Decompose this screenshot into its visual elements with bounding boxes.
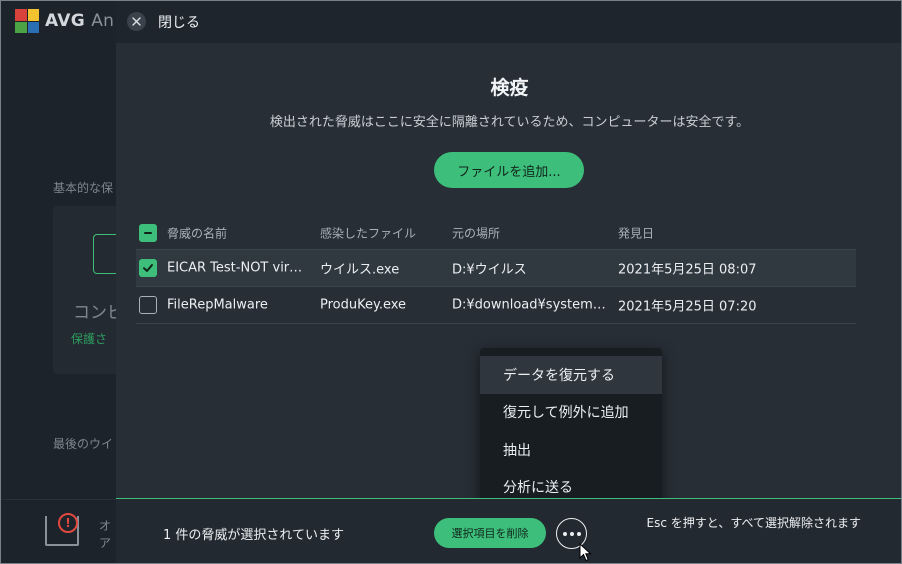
infected-file: ウイルス.exe xyxy=(320,262,400,278)
date-found: 2021年5月25日 08:07 xyxy=(618,262,757,278)
more-dots-icon xyxy=(562,531,567,536)
avg-logo: AVG An xyxy=(15,9,114,33)
original-location: D:¥ウイルス xyxy=(452,262,527,278)
bg-footer-line2: ア xyxy=(99,536,112,550)
add-file-button[interactable]: ファイルを追加... xyxy=(434,152,584,188)
threat-name: FileRepMalware xyxy=(167,297,268,313)
bg-card-status: 保護さ xyxy=(71,332,108,346)
menu-item-extract[interactable]: 抽出 xyxy=(480,431,662,469)
avg-logo-icon xyxy=(15,9,39,33)
close-label[interactable]: 閉じる xyxy=(158,12,200,32)
quarantine-table: 脅威の名前 感染したファイル 元の場所 発見日 EICAR Test-NOT v… xyxy=(136,217,856,324)
select-all-checkbox[interactable] xyxy=(139,224,157,242)
mouse-cursor-icon xyxy=(579,543,592,562)
app-window: AVG An 基本的な保 コンピ 保護さ 最後のウイ ! オ ア 閉じる 検疫 … xyxy=(0,0,902,564)
original-location: D:¥download¥system… xyxy=(452,297,606,313)
minus-icon xyxy=(144,232,152,234)
column-date-found[interactable]: 発見日 xyxy=(618,225,818,242)
close-button[interactable] xyxy=(127,12,146,31)
page-subtitle: 検出された脅威はここに安全に隔離されているため、コンピューターは安全です。 xyxy=(269,115,750,130)
column-threat-name[interactable]: 脅威の名前 xyxy=(167,225,307,242)
page-title: 検疫 xyxy=(490,77,529,99)
bg-footer-line1: オ xyxy=(99,519,112,533)
alert-icon: ! xyxy=(58,513,78,533)
delete-selected-button[interactable]: 選択項目を削除 xyxy=(434,518,546,548)
panel-header: 閉じる xyxy=(116,1,901,43)
menu-item-restore-add-exception[interactable]: 復元して例外に追加 xyxy=(480,394,662,432)
date-found: 2021年5月25日 07:20 xyxy=(618,299,757,315)
esc-hint: Esc を押すと、すべて選択解除されます xyxy=(646,516,861,530)
column-infected-file[interactable]: 感染したファイル xyxy=(320,225,440,242)
selection-bar: 1 件の脅威が選択されています 選択項目を削除 Esc を押すと、すべて選択解除… xyxy=(116,498,901,563)
row-checkbox[interactable] xyxy=(139,296,157,314)
actions-menu: データを復元する 復元して例外に追加 抽出 分析に送る xyxy=(480,348,662,514)
table-row[interactable]: EICAR Test-NOT vir… ウイルス.exe D:¥ウイルス 202… xyxy=(136,250,856,287)
menu-item-restore[interactable]: データを復元する xyxy=(480,356,662,394)
row-checkbox[interactable] xyxy=(139,259,157,277)
check-icon xyxy=(143,264,153,272)
bg-section-basic: 基本的な保 xyxy=(53,181,114,195)
table-header: 脅威の名前 感染したファイル 元の場所 発見日 xyxy=(136,217,856,250)
selection-status: 1 件の脅威が選択されています xyxy=(163,528,345,543)
close-icon xyxy=(132,17,141,26)
bg-section-last-scan: 最後のウイ xyxy=(53,437,114,451)
threat-name: EICAR Test-NOT vir… xyxy=(167,260,303,276)
column-original-location[interactable]: 元の場所 xyxy=(452,225,607,242)
infected-file: ProduKey.exe xyxy=(320,297,407,313)
table-row[interactable]: FileRepMalware ProduKey.exe D:¥download¥… xyxy=(136,287,856,324)
